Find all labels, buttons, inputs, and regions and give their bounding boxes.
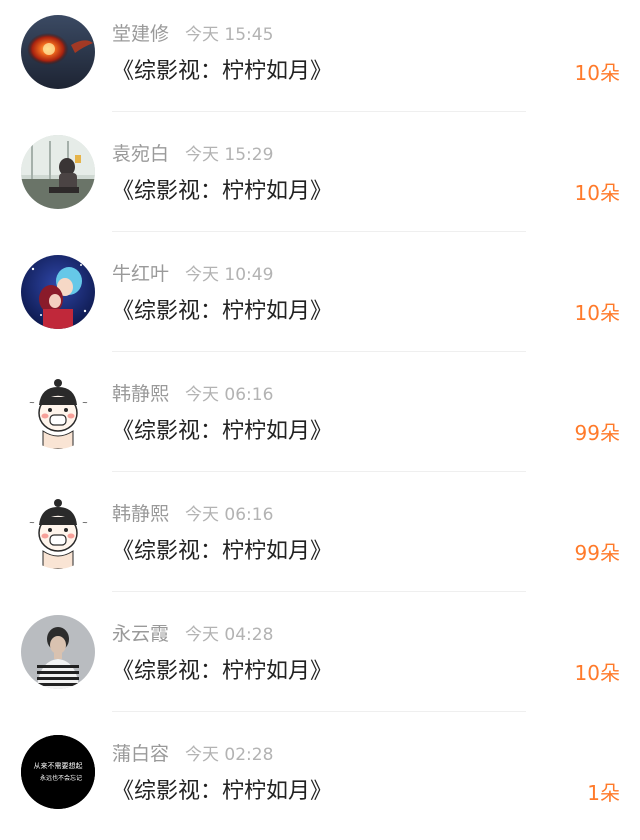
flower-amount: 10朵 bbox=[574, 301, 620, 325]
list-item[interactable]: ~ ~ 韩静熙 今天 06:16 《综影视：柠柠如月》 99朵 bbox=[0, 480, 640, 600]
sender-name[interactable]: 蒲白容 bbox=[112, 743, 169, 765]
sender-name[interactable]: 永云霞 bbox=[112, 623, 169, 645]
book-title[interactable]: 《综影视：柠柠如月》 bbox=[112, 55, 332, 89]
svg-text:~: ~ bbox=[29, 399, 35, 407]
book-title[interactable]: 《综影视：柠柠如月》 bbox=[112, 655, 332, 689]
send-time: 今天 04:28 bbox=[185, 625, 274, 645]
send-time: 今天 06:16 bbox=[185, 385, 274, 405]
cartoon-girl-avatar-icon[interactable]: ~ ~ bbox=[21, 375, 95, 449]
divider bbox=[112, 231, 526, 232]
flower-amount: 99朵 bbox=[574, 541, 620, 565]
flower-amount: 10朵 bbox=[574, 661, 620, 685]
sender-meta: 韩静熙 今天 06:16 bbox=[112, 379, 273, 409]
cartoon-girl-avatar-icon[interactable]: ~ ~ bbox=[21, 495, 95, 569]
sender-meta: 韩静熙 今天 06:16 bbox=[112, 499, 273, 529]
anime-couple-avatar-icon[interactable] bbox=[21, 255, 95, 329]
send-time: 今天 10:49 bbox=[185, 265, 274, 285]
striped-shirt-person-avatar-icon[interactable] bbox=[21, 615, 95, 689]
sender-meta: 袁宛白 今天 15:29 bbox=[112, 139, 273, 169]
sender-meta: 永云霞 今天 04:28 bbox=[112, 619, 273, 649]
list-item[interactable]: 从来不需要想起 永远也不会忘记 蒲白容 今天 02:28 《综影视：柠柠如月》 1… bbox=[0, 720, 640, 840]
fireball-avatar-icon[interactable] bbox=[21, 15, 95, 89]
divider bbox=[112, 711, 526, 712]
sender-name[interactable]: 韩静熙 bbox=[112, 383, 169, 405]
list-item[interactable]: 袁宛白 今天 15:29 《综影视：柠柠如月》 10朵 bbox=[0, 120, 640, 240]
sender-name[interactable]: 堂建修 bbox=[112, 23, 169, 45]
flower-amount: 10朵 bbox=[574, 61, 620, 85]
divider bbox=[112, 111, 526, 112]
list-item[interactable]: 牛红叶 今天 10:49 《综影视：柠柠如月》 10朵 bbox=[0, 240, 640, 360]
book-title[interactable]: 《综影视：柠柠如月》 bbox=[112, 175, 332, 209]
sender-name[interactable]: 袁宛白 bbox=[112, 143, 169, 165]
divider bbox=[112, 471, 526, 472]
sender-meta: 蒲白容 今天 02:28 bbox=[112, 739, 273, 769]
svg-text:~: ~ bbox=[82, 519, 88, 527]
book-title[interactable]: 《综影视：柠柠如月》 bbox=[112, 415, 332, 449]
flower-amount: 1朵 bbox=[587, 781, 620, 805]
flower-amount: 10朵 bbox=[574, 181, 620, 205]
sender-name[interactable]: 牛红叶 bbox=[112, 263, 169, 285]
list-item[interactable]: 永云霞 今天 04:28 《综影视：柠柠如月》 10朵 bbox=[0, 600, 640, 720]
send-time: 今天 02:28 bbox=[185, 745, 274, 765]
book-title[interactable]: 《综影视：柠柠如月》 bbox=[112, 535, 332, 569]
flower-amount: 99朵 bbox=[574, 421, 620, 445]
list-item[interactable]: ~ ~ 韩静熙 今天 06:16 《综影视：柠柠如月》 99朵 bbox=[0, 360, 640, 480]
gift-list: 堂建修今天 15:45 《综影视：柠柠如月》 10朵 袁宛白今天 15:29 bbox=[0, 0, 640, 828]
avatar-text-line2: 永远也不会忘记 bbox=[40, 774, 82, 782]
svg-text:~: ~ bbox=[29, 519, 35, 527]
divider bbox=[112, 351, 526, 352]
sender-meta: 堂建修 今天 15:45 bbox=[112, 19, 273, 49]
book-title[interactable]: 《综影视：柠柠如月》 bbox=[112, 775, 332, 809]
send-time: 今天 15:29 bbox=[185, 145, 274, 165]
svg-text:~: ~ bbox=[82, 399, 88, 407]
send-time: 今天 06:16 bbox=[185, 505, 274, 525]
divider bbox=[112, 591, 526, 592]
avatar-text-line1: 从来不需要想起 bbox=[34, 761, 83, 770]
black-text-avatar-icon[interactable]: 从来不需要想起 永远也不会忘记 bbox=[21, 735, 95, 809]
book-title[interactable]: 《综影视：柠柠如月》 bbox=[112, 295, 332, 329]
sender-name[interactable]: 韩静熙 bbox=[112, 503, 169, 525]
list-item[interactable]: 堂建修 今天 15:45 《综影视：柠柠如月》 10朵 bbox=[0, 0, 640, 120]
sender-meta: 牛红叶 今天 10:49 bbox=[112, 259, 273, 289]
send-time: 今天 15:45 bbox=[185, 25, 274, 45]
window-sitting-avatar-icon[interactable] bbox=[21, 135, 95, 209]
